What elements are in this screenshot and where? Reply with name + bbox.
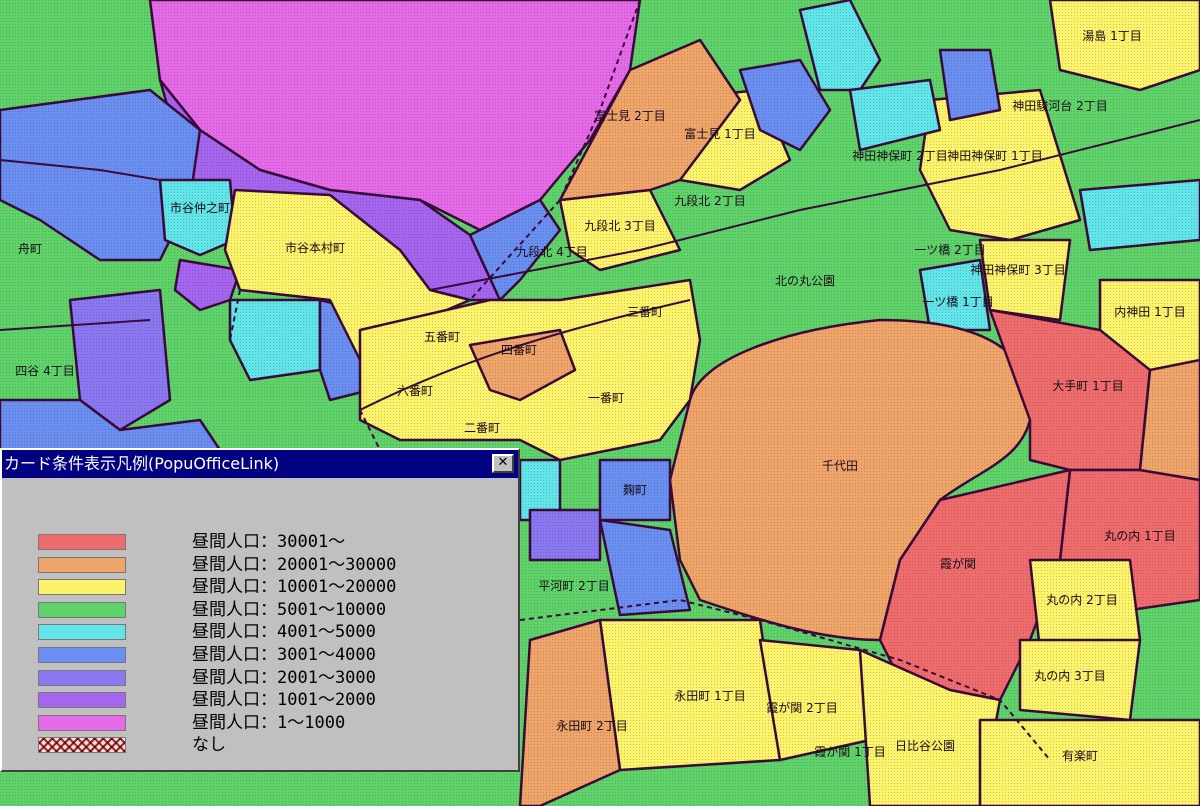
- legend-window[interactable]: カード条件表示凡例(PopuOfficeLink) ✕ 昼間人口：30001～昼…: [0, 448, 520, 772]
- legend-title: カード条件表示凡例(PopuOfficeLink): [4, 454, 280, 473]
- label-marunouchi3: 丸の内 3丁目: [1034, 669, 1105, 683]
- label-uchikanda: 内神田 1丁目: [1114, 305, 1185, 319]
- label-nagatacho2: 永田町 2丁目: [556, 719, 627, 733]
- label-kudankita4: 九段北 4丁目: [516, 244, 587, 259]
- label-kasumigaseki2: 霞が関 2丁目: [766, 700, 837, 715]
- legend-label: 昼間人口：4001～5000: [192, 622, 376, 643]
- label-surugadai: 神田駿河台 2丁目: [1012, 98, 1107, 113]
- label-yushima1: 湯島 1丁目: [1082, 28, 1141, 43]
- legend-swatch: [38, 692, 126, 709]
- label-yurakucho: 有楽町: [1062, 749, 1098, 763]
- legend-swatch: [38, 624, 126, 641]
- label-yotsuya4: 四谷 4丁目: [15, 364, 74, 378]
- label-kasumigaseki1: 霞が関 1丁目: [814, 744, 885, 759]
- label-funagawara: 舟町: [18, 242, 42, 256]
- label-ichigaya-tanimachi: 市谷仲之町: [170, 200, 230, 215]
- legend-label: 昼間人口：1001～2000: [192, 690, 376, 711]
- label-kudankita2: 九段北 2丁目: [674, 193, 745, 208]
- legend-label: 昼間人口：5001～10000: [192, 599, 387, 620]
- label-rokubancho: 六番町: [397, 384, 433, 398]
- legend-label: 昼間人口：30001～: [192, 532, 346, 552]
- label-hitotsubashi1: 一ツ橋 1丁目: [922, 295, 993, 309]
- label-jinbocho2: 神田神保町 2丁目: [852, 149, 947, 163]
- close-icon[interactable]: ✕: [492, 454, 514, 473]
- label-jinbocho1: 神田神保町 1丁目: [947, 149, 1042, 163]
- label-hitotsubashi2: 一ツ橋 2丁目: [914, 243, 985, 257]
- area-kasumigaseki2[interactable]: [758, 638, 872, 762]
- legend-label: なし: [192, 735, 226, 756]
- legend-swatch: [38, 647, 126, 663]
- label-kasumigaseki: 霞が関: [940, 556, 976, 571]
- label-yonbancho: 四番町: [501, 343, 537, 357]
- legend-title-bar[interactable]: カード条件表示凡例(PopuOfficeLink): [2, 450, 518, 478]
- legend-label: 昼間人口：1～1000: [192, 712, 346, 733]
- label-marunouchi2: 丸の内 2丁目: [1046, 593, 1117, 607]
- legend-swatch: [38, 737, 126, 754]
- legend-label: 昼間人口：10001～20000: [192, 577, 397, 598]
- label-gobancho: 五番町: [424, 330, 460, 344]
- area-east-orange[interactable]: [1138, 358, 1200, 482]
- label-kudankita3: 九段北 3丁目: [584, 218, 655, 233]
- legend-swatch: [38, 601, 126, 618]
- label-ichibancho: 一番町: [588, 391, 624, 405]
- label-marunouchi1: 丸の内 1丁目: [1104, 529, 1175, 543]
- label-kojimachi: 麹町: [623, 482, 647, 497]
- area-cyan-ichigaya[interactable]: [158, 178, 237, 257]
- legend-swatch: [38, 669, 126, 686]
- area-blue-east[interactable]: [938, 48, 1002, 122]
- label-hirakawacho2: 平河町 2丁目: [538, 579, 609, 593]
- label-ichigaya-honmura: 市谷本村町: [285, 240, 345, 255]
- area-cyan-east[interactable]: [1078, 178, 1200, 252]
- label-nagatacho1: 永田町 1丁目: [674, 689, 745, 703]
- label-hibiya: 日比谷公園: [895, 739, 955, 753]
- label-fujimi2: 富士見 2丁目: [594, 108, 665, 123]
- legend-label: 昼間人口：2001～3000: [192, 667, 376, 688]
- legend-label: 昼間人口：20001～30000: [192, 554, 397, 575]
- legend-swatch: [38, 714, 126, 731]
- legend-swatch: [38, 534, 126, 550]
- label-sanbancho: 三番町: [627, 305, 663, 319]
- legend-swatch: [38, 579, 126, 596]
- area-purple-south[interactable]: [528, 508, 602, 562]
- label-kitanomaru: 北の丸公園: [775, 274, 835, 288]
- label-otemachi1: 大手町 1丁目: [1052, 379, 1123, 393]
- label-jinbocho3: 神田神保町 3丁目: [970, 263, 1065, 277]
- label-imperial-palace: 千代田: [822, 459, 858, 473]
- area-yurakucho[interactable]: [978, 718, 1200, 806]
- label-fujimi1: 富士見 1丁目: [684, 126, 755, 141]
- label-nibancho: 二番町: [464, 421, 500, 435]
- legend-label: 昼間人口：3001～4000: [192, 645, 376, 665]
- legend-swatch: [38, 556, 126, 573]
